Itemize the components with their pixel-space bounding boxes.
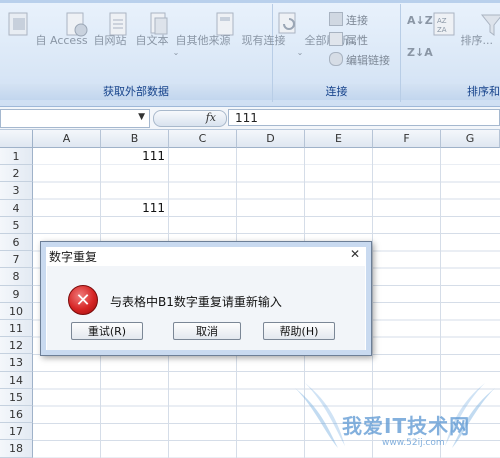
- formula-bar: ▼ fx 111: [0, 107, 500, 130]
- chevron-down-icon: ⌄: [296, 48, 304, 57]
- ribbon-group-connections: 全部刷新 ⌄ 连接 属性 编辑链接 连接: [273, 4, 401, 102]
- sort-az-button[interactable]: A↓Z: [407, 12, 433, 30]
- sort-descending-icon: Z↓A: [407, 46, 433, 59]
- cancel-button[interactable]: 取消: [173, 322, 241, 340]
- dialog-title: 数字重复: [49, 250, 98, 264]
- column-header-d[interactable]: D: [237, 130, 305, 148]
- retry-button[interactable]: 重试(R): [71, 322, 143, 340]
- column-header-f[interactable]: F: [373, 130, 441, 148]
- row-header-6[interactable]: 6: [0, 234, 33, 252]
- properties-button[interactable]: 属性: [329, 32, 368, 50]
- row-header-8[interactable]: 8: [0, 268, 33, 286]
- error-dialog: 数字重复 ✕ ✕ 与表格中B1数字重复请重新输入 重试(R) 取消 帮助(H): [40, 241, 372, 356]
- web-icon: [66, 12, 88, 37]
- row-header-4[interactable]: 4: [0, 199, 33, 217]
- select-all-corner[interactable]: [0, 130, 33, 148]
- row-header-9[interactable]: 9: [0, 285, 33, 303]
- sort-dialog-icon: AZ ZA: [433, 12, 455, 36]
- from-web-button[interactable]: 自网站: [64, 10, 127, 48]
- other-sources-icon: [150, 12, 168, 35]
- existing-connections-icon: [216, 12, 234, 36]
- dialog-body: ✕ 与表格中B1数字重复请重新输入 重试(R) 取消 帮助(H): [47, 266, 365, 350]
- refresh-all-button[interactable]: 全部刷新 ⌄: [275, 10, 349, 57]
- properties-icon: [329, 32, 343, 46]
- cell-b1[interactable]: 111: [101, 149, 165, 163]
- row-header-1[interactable]: 1: [0, 148, 33, 166]
- access-icon: [8, 12, 28, 36]
- chevron-down-icon: ⌄: [172, 48, 180, 57]
- row-header-13[interactable]: 13: [0, 354, 33, 372]
- connections-button[interactable]: 连接: [329, 12, 368, 30]
- row-header-2[interactable]: 2: [0, 165, 33, 183]
- ribbon-group-label: 排序和: [401, 84, 500, 100]
- text-file-icon: [109, 12, 127, 36]
- filter-icon: [480, 14, 500, 36]
- sort-ascending-icon: A↓Z: [407, 14, 433, 27]
- edit-links-icon: [329, 52, 343, 66]
- row-header-3[interactable]: 3: [0, 182, 33, 200]
- ribbon-tab-strip: [0, 0, 500, 3]
- cell-b4[interactable]: 111: [101, 201, 165, 215]
- row-header-15[interactable]: 15: [0, 388, 33, 406]
- dialog-message: 与表格中B1数字重复请重新输入: [110, 295, 282, 309]
- edit-links-button[interactable]: 编辑链接: [329, 52, 390, 70]
- row-header-10[interactable]: 10: [0, 302, 33, 320]
- ribbon-group-external-data: 自 Access 自网站 自文本 自其他来源 ⌄ 现有连接 获取外部数据: [0, 4, 286, 102]
- row-header-5[interactable]: 5: [0, 216, 33, 234]
- existing-connections-button[interactable]: 现有连接: [212, 10, 286, 48]
- ribbon-group-label: 连接: [273, 84, 400, 100]
- row-header-16[interactable]: 16: [0, 406, 33, 424]
- help-button[interactable]: 帮助(H): [263, 322, 335, 340]
- svg-text:AZ: AZ: [437, 17, 447, 25]
- formula-input[interactable]: 111: [228, 109, 500, 126]
- column-header-e[interactable]: E: [305, 130, 373, 148]
- from-text-button[interactable]: 自文本: [106, 10, 169, 48]
- chevron-down-icon[interactable]: ▼: [138, 112, 145, 122]
- column-header-g[interactable]: G: [441, 130, 500, 148]
- fx-icon: fx: [205, 111, 216, 124]
- close-icon[interactable]: ✕: [347, 247, 363, 261]
- svg-text:ZA: ZA: [437, 26, 447, 34]
- row-header-17[interactable]: 17: [0, 423, 33, 441]
- column-header-c[interactable]: C: [169, 130, 237, 148]
- row-header-11[interactable]: 11: [0, 320, 33, 338]
- ribbon-group-sort-filter: A↓Z Z↓A AZ ZA 排序... 筛选 排序和: [401, 4, 500, 102]
- refresh-icon: [278, 12, 296, 34]
- insert-function-button[interactable]: fx: [153, 110, 227, 127]
- row-header-18[interactable]: 18: [0, 440, 33, 458]
- sort-button[interactable]: AZ ZA 排序...: [431, 10, 493, 48]
- from-other-sources-button[interactable]: 自其他来源 ⌄: [146, 10, 231, 57]
- ribbon-group-label: 获取外部数据: [0, 84, 272, 100]
- row-header-7[interactable]: 7: [0, 251, 33, 269]
- error-icon: ✕: [68, 285, 98, 315]
- row-header-12[interactable]: 12: [0, 337, 33, 355]
- column-header-a[interactable]: A: [33, 130, 101, 148]
- name-box[interactable]: ▼: [0, 109, 150, 128]
- sort-za-button[interactable]: Z↓A: [407, 44, 433, 62]
- filter-button[interactable]: 筛选: [479, 10, 500, 48]
- from-access-button[interactable]: 自 Access: [6, 10, 88, 48]
- connections-icon: [329, 12, 343, 26]
- ribbon: 自 Access 自网站 自文本 自其他来源 ⌄ 现有连接 获取外部数据 全部刷…: [0, 0, 500, 107]
- row-header-14[interactable]: 14: [0, 371, 33, 389]
- column-header-b[interactable]: B: [101, 130, 169, 148]
